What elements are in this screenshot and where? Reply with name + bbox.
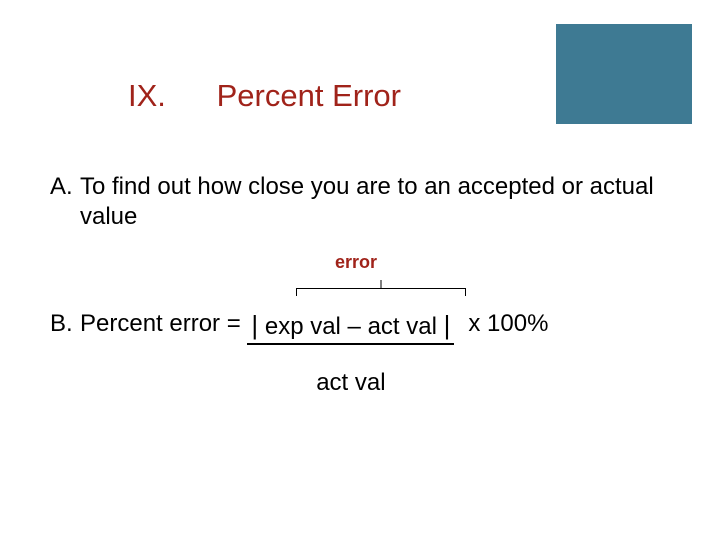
bracket-left <box>296 288 297 296</box>
bullet-a-text: To find out how close you are to an acce… <box>80 172 680 232</box>
abs-close: | <box>444 310 451 340</box>
title-text: Percent Error <box>217 78 401 113</box>
title-roman: IX. <box>128 78 208 114</box>
formula-fraction: | exp val – act val |act val <box>247 310 454 397</box>
bracket-bar <box>296 288 466 289</box>
formula-denominator: act val <box>247 345 454 397</box>
bracket-annotation <box>296 280 466 298</box>
error-annotation-label: error <box>335 252 377 273</box>
bullet-a-marker: A. <box>50 172 80 202</box>
bracket-stem <box>381 280 382 288</box>
header-accent-block <box>556 24 692 124</box>
slide: IX. Percent Error A.To find out how clos… <box>0 0 720 540</box>
numerator-text: exp val – act val <box>258 313 443 340</box>
formula-numerator: | exp val – act val | <box>247 310 454 345</box>
formula-times: x 100% <box>454 310 548 338</box>
bullet-b: B.Percent error = | exp val – act val |a… <box>50 310 700 397</box>
slide-title: IX. Percent Error <box>128 78 401 114</box>
bracket-right <box>465 288 466 296</box>
bullet-a: A.To find out how close you are to an ac… <box>50 172 680 232</box>
formula-lead: Percent error = <box>80 310 247 337</box>
bullet-b-marker: B. <box>50 310 80 338</box>
